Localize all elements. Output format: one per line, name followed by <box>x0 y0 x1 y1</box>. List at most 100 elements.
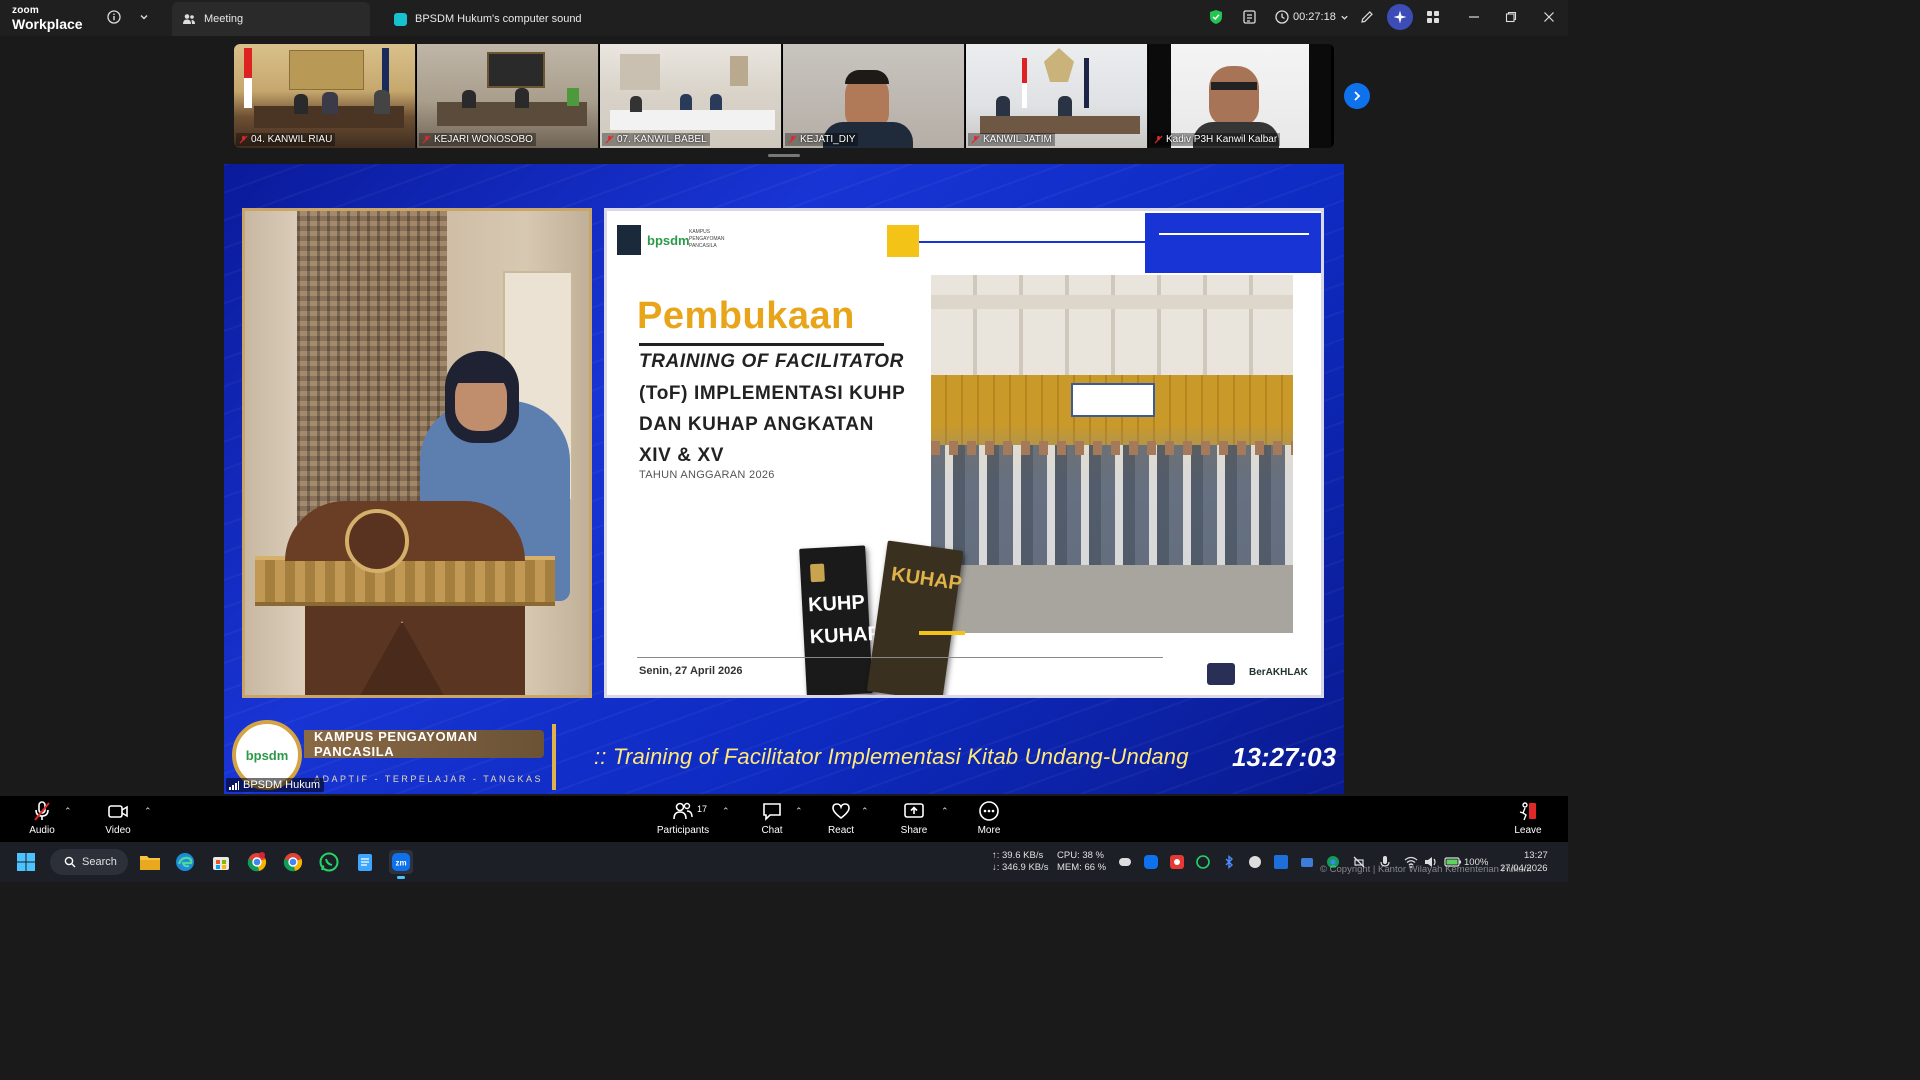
slide-line-2: (ToF) IMPLEMENTASI KUHP <box>639 383 906 404</box>
participant-name: Kadiv P3H Kanwil Kalbar <box>1151 133 1281 146</box>
more-dots-icon <box>979 801 999 821</box>
tab-label: Meeting <box>204 13 244 25</box>
signal-bars-icon <box>229 780 239 790</box>
book-kuhap: KUHAP <box>866 540 963 695</box>
zoom-app-icon[interactable]: zm <box>389 850 413 879</box>
slide-bpsdm-logo: bpsdm <box>647 233 690 248</box>
news-ticker: :: Training of Facilitator Implementasi … <box>594 744 1189 769</box>
participants-options-caret[interactable]: ⌃ <box>722 806 730 817</box>
slide-line-4: XIV & XV <box>639 445 725 466</box>
video-options-caret[interactable]: ⌃ <box>144 806 152 817</box>
gallery-resize-handle[interactable] <box>768 154 800 157</box>
restore-icon[interactable] <box>1500 6 1522 28</box>
whatsapp-tray-icon[interactable] <box>1196 855 1210 869</box>
participant-tile[interactable]: KANWIL JATIM <box>966 44 1148 148</box>
leave-button[interactable]: Leave <box>1493 800 1563 836</box>
pencil-icon[interactable] <box>1356 6 1378 28</box>
participant-name: KEJATI_DIY <box>785 133 859 146</box>
ministry-emblem-icon <box>617 225 641 255</box>
participant-name: KEJARI WONOSOBO <box>419 133 536 146</box>
participant-tile[interactable]: KEJARI WONOSOBO <box>417 44 599 148</box>
chat-bubble-icon <box>763 803 781 821</box>
microsoft-store-icon[interactable] <box>209 850 233 874</box>
clock-area[interactable]: 13:27 <box>1524 850 1548 862</box>
gallery-next-button[interactable] <box>1344 83 1370 109</box>
broadcast-clock: 13:27:03 <box>1232 742 1337 772</box>
participants-icon <box>673 802 693 820</box>
book-kuhp: KUHP KUHAP <box>799 545 881 695</box>
people-icon <box>183 14 195 24</box>
slide-year: TAHUN ANGGARAN 2026 <box>639 469 775 481</box>
share-options-caret[interactable]: ⌃ <box>941 806 949 817</box>
vpn-tray-icon[interactable] <box>1248 855 1262 869</box>
whatsapp-icon[interactable] <box>317 850 341 874</box>
slide-group-photo <box>931 275 1293 633</box>
berakhlak-logo: BerAKHLAK <box>1249 667 1308 678</box>
mic-muted-icon <box>788 135 797 144</box>
presentation-slide: bpsdm KAMPUS PENGAYOMAN PANCASILA Pembuk… <box>604 208 1324 698</box>
lower-third-tagline: ADAPTIF - TERPELAJAR - TANGKAS <box>314 774 544 784</box>
slide-blue-block <box>1145 213 1321 273</box>
close-icon[interactable] <box>1538 6 1560 28</box>
windows-taskbar: Search zm ↑: 39.6 KB/s ↓: 346.9 KB/s CPU… <box>0 842 1568 882</box>
bangga-melayani-logo <box>1207 663 1235 685</box>
meeting-controls-bar: Audio ⌃ Video ⌃ Participants 17 ⌃ Chat ⌃… <box>0 796 1568 842</box>
react-options-caret[interactable]: ⌃ <box>861 806 869 817</box>
app-tray-icon[interactable] <box>1274 855 1288 869</box>
video-button[interactable]: Video <box>83 800 153 836</box>
chrome-browser-icon[interactable] <box>281 850 305 874</box>
participant-tile[interactable]: 04. KANWIL RIAU <box>234 44 416 148</box>
share-button[interactable]: Share <box>879 800 949 836</box>
more-button[interactable]: More <box>954 800 1024 836</box>
apps-grid-icon[interactable] <box>1422 6 1444 28</box>
windows-start-icon[interactable] <box>14 850 38 874</box>
onedrive-tray-icon[interactable] <box>1300 855 1314 869</box>
recorder-tray-icon[interactable] <box>1170 855 1184 869</box>
lower-third-brand: bpsdm KAMPUS PENGAYOMAN PANCASILA ADAPTI… <box>230 720 544 790</box>
chevron-down-icon <box>1341 15 1348 20</box>
participants-button[interactable]: Participants <box>648 800 718 836</box>
brand-top: zoom <box>12 5 39 16</box>
participant-tile[interactable]: KEJATI_DIY <box>783 44 965 148</box>
notepad-icon[interactable] <box>353 850 377 874</box>
lower-third-banner: KAMPUS PENGAYOMAN PANCASILA <box>304 729 544 759</box>
edge-browser-icon[interactable] <box>173 850 197 874</box>
search-icon <box>64 856 76 868</box>
slide-date: Senin, 27 April 2026 <box>639 665 743 677</box>
mic-muted-icon <box>422 135 431 144</box>
file-explorer-icon[interactable] <box>138 850 162 874</box>
mic-muted-icon <box>1154 135 1163 144</box>
svg-text:zm: zm <box>395 859 406 868</box>
tab-computer-sound[interactable]: BPSDM Hukum's computer sound <box>384 2 604 36</box>
title-bar: zoom Workplace Meeting BPSDM Hukum's com… <box>0 0 1568 36</box>
bluetooth-tray-icon[interactable] <box>1222 855 1236 869</box>
meeting-timer[interactable]: 00:27:18 <box>1275 10 1349 24</box>
chat-options-caret[interactable]: ⌃ <box>795 806 803 817</box>
chrome-profile-icon[interactable] <box>245 850 269 874</box>
info-icon[interactable] <box>103 6 125 28</box>
taskbar-search[interactable]: Search <box>50 849 128 875</box>
minimize-icon[interactable] <box>1463 6 1485 28</box>
notes-icon[interactable] <box>1239 6 1261 28</box>
shared-video-stage: bpsdm KAMPUS PENGAYOMAN PANCASILA Pembuk… <box>224 164 1344 794</box>
zoom-tray-icon[interactable] <box>1144 855 1158 869</box>
ai-companion-icon[interactable] <box>1387 4 1413 30</box>
slide-title-rule <box>639 343 884 346</box>
zoom-workplace-logo: zoom Workplace <box>12 5 83 32</box>
slide-line-3: DAN KUHAP ANGKATAN <box>639 414 874 435</box>
audio-options-caret[interactable]: ⌃ <box>64 806 72 817</box>
share-screen-icon <box>904 803 924 818</box>
participant-tile[interactable]: 07. KANWIL BABEL <box>600 44 782 148</box>
share-sound-icon <box>394 12 407 26</box>
slide-logo-sub: KAMPUS PENGAYOMAN PANCASILA <box>689 229 725 249</box>
participant-tile[interactable]: Kadiv P3H Kanwil Kalbar <box>1149 44 1331 148</box>
encryption-shield-icon[interactable] <box>1205 6 1227 28</box>
tab-meeting[interactable]: Meeting <box>172 2 370 36</box>
chevron-down-icon[interactable] <box>133 6 155 28</box>
slide-title: Pembukaan <box>637 295 855 337</box>
brand-bottom: Workplace <box>12 16 83 32</box>
participant-gallery-strip: 04. KANWIL RIAU KEJARI WONOSOBO 07. KANW… <box>234 44 1334 148</box>
network-speed: ↑: 39.6 KB/s ↓: 346.9 KB/s <box>992 850 1049 873</box>
discord-tray-icon[interactable] <box>1118 855 1132 869</box>
speaker-video <box>242 208 592 698</box>
